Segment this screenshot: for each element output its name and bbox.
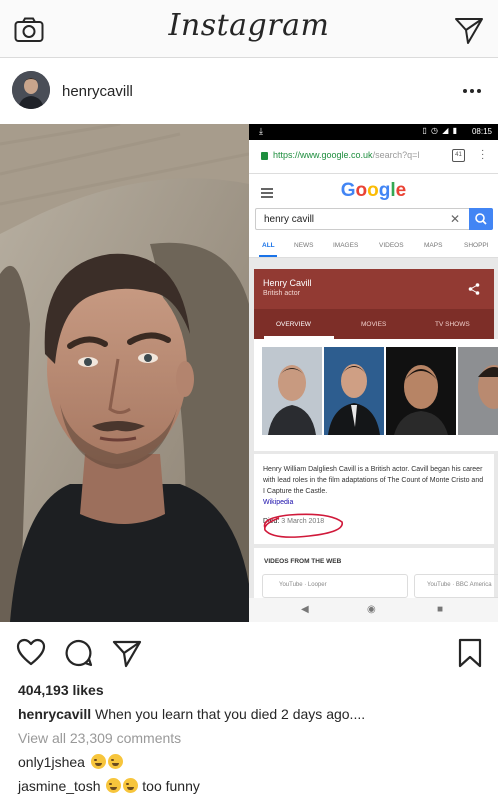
- download-icon: ⤓: [259, 126, 263, 136]
- status-icons: ▯ ◷ ◢ ▮: [422, 126, 458, 135]
- post-image[interactable]: ⤓ ▯ ◷ ◢ ▮ 08:15 https://www.google.co.uk…: [0, 124, 498, 622]
- post-actions: [0, 622, 498, 680]
- google-header: Google: [249, 174, 498, 208]
- caption-text: When you learn that you died 2 days ago.…: [95, 706, 366, 722]
- search-icon: [475, 213, 487, 225]
- tab-all[interactable]: ALL: [262, 242, 275, 249]
- recents-icon[interactable]: ■: [437, 604, 443, 615]
- tab-images[interactable]: IMAGES: [333, 242, 358, 249]
- image-thumbnail[interactable]: [386, 347, 456, 435]
- like-heart-icon[interactable]: [16, 638, 46, 666]
- browser-menu-icon[interactable]: · · ·: [481, 146, 484, 164]
- caption-username[interactable]: henrycavill: [18, 706, 91, 722]
- save-bookmark-icon[interactable]: [458, 638, 482, 668]
- home-icon[interactable]: ◉: [367, 604, 376, 615]
- avatar[interactable]: [12, 71, 50, 109]
- kp-tab-movies[interactable]: MOVIES: [361, 321, 386, 328]
- view-all-comments[interactable]: View all 23,309 comments: [18, 730, 181, 746]
- post-header: henrycavill: [0, 58, 498, 124]
- image-thumbnail[interactable]: [324, 347, 384, 435]
- status-time: 08:15: [471, 127, 492, 136]
- kp-name: Henry Cavill: [263, 278, 312, 288]
- laughing-emoji-icon: [123, 778, 139, 793]
- comment-username[interactable]: jasmine_tosh: [18, 778, 101, 794]
- grimacing-emoji-icon: [90, 754, 106, 769]
- more-options-icon[interactable]: [462, 88, 482, 94]
- selfie-photo: [0, 124, 249, 622]
- tab-maps[interactable]: MAPS: [424, 242, 442, 249]
- phone-status-bar: ⤓ ▯ ◷ ◢ ▮ 08:15: [249, 124, 498, 140]
- clear-icon[interactable]: ✕: [450, 212, 460, 226]
- google-logo: Google: [340, 180, 407, 201]
- videos-section: VIDEOS FROM THE WEB YouTube · Looper You…: [254, 548, 498, 598]
- search-query: henry cavill: [264, 214, 315, 225]
- description-text: Henry William Dalgliesh Cavill is a Brit…: [263, 466, 484, 495]
- search-area: henry cavill ✕: [249, 208, 498, 236]
- search-input[interactable]: henry cavill ✕: [255, 208, 493, 230]
- url-text[interactable]: https://www.google.co.uk/search?q=l: [273, 150, 438, 160]
- image-carousel: [254, 339, 498, 451]
- android-nav-bar: ◀ ◉ ■: [249, 598, 498, 622]
- kp-role: British actor: [263, 290, 300, 297]
- image-thumbnail[interactable]: [458, 347, 498, 435]
- lock-icon: [261, 152, 268, 160]
- wikipedia-link[interactable]: Wikipedia: [263, 497, 485, 508]
- tab-count-button[interactable]: 41: [452, 149, 465, 162]
- comment-text: too funny: [142, 778, 200, 794]
- back-icon[interactable]: ◀: [301, 604, 309, 615]
- knowledge-panel-header: Henry Cavill British actor OVERVIEW MOVI…: [254, 269, 494, 339]
- comment-username[interactable]: only1jshea: [18, 754, 85, 770]
- video-card[interactable]: YouTube · BBC America: [414, 574, 498, 598]
- top-bar: Instagram: [0, 0, 498, 58]
- kp-tab-tv-shows[interactable]: TV SHOWS: [435, 321, 470, 328]
- instagram-logo: Instagram: [168, 8, 330, 43]
- active-tab-indicator: [259, 255, 277, 257]
- comment-item: jasmine_tosh too funny: [18, 778, 200, 794]
- laughing-emoji-icon: [106, 778, 122, 793]
- share-send-icon[interactable]: [112, 638, 142, 668]
- grimacing-emoji-icon: [107, 754, 123, 769]
- likes-count[interactable]: 404,193 likes: [18, 682, 104, 698]
- comment-item: only1jshea: [18, 754, 123, 770]
- tab-shopping[interactable]: SHOPPI: [464, 242, 489, 249]
- post-username[interactable]: henrycavill: [62, 83, 133, 100]
- video-card[interactable]: YouTube · Looper: [262, 574, 408, 598]
- browser-url-bar[interactable]: https://www.google.co.uk/search?q=l 41 ·…: [249, 140, 498, 174]
- google-screenshot: ⤓ ▯ ◷ ◢ ▮ 08:15 https://www.google.co.uk…: [249, 124, 498, 622]
- post-caption: henrycavill When you learn that you died…: [18, 706, 365, 722]
- direct-message-icon[interactable]: [454, 15, 484, 45]
- tab-videos[interactable]: VIDEOS: [379, 242, 404, 249]
- videos-title: VIDEOS FROM THE WEB: [264, 558, 342, 565]
- search-button[interactable]: [469, 208, 493, 230]
- image-thumbnail[interactable]: [262, 347, 322, 435]
- comment-icon[interactable]: [64, 638, 94, 668]
- tab-news[interactable]: NEWS: [294, 242, 314, 249]
- share-icon[interactable]: [468, 283, 480, 295]
- search-tabs: ALL NEWS IMAGES VIDEOS MAPS SHOPPI: [249, 236, 498, 258]
- kp-tab-overview[interactable]: OVERVIEW: [276, 321, 311, 328]
- red-annotation-circle: [263, 513, 343, 538]
- kp-tabs: OVERVIEW MOVIES TV SHOWS: [254, 309, 494, 339]
